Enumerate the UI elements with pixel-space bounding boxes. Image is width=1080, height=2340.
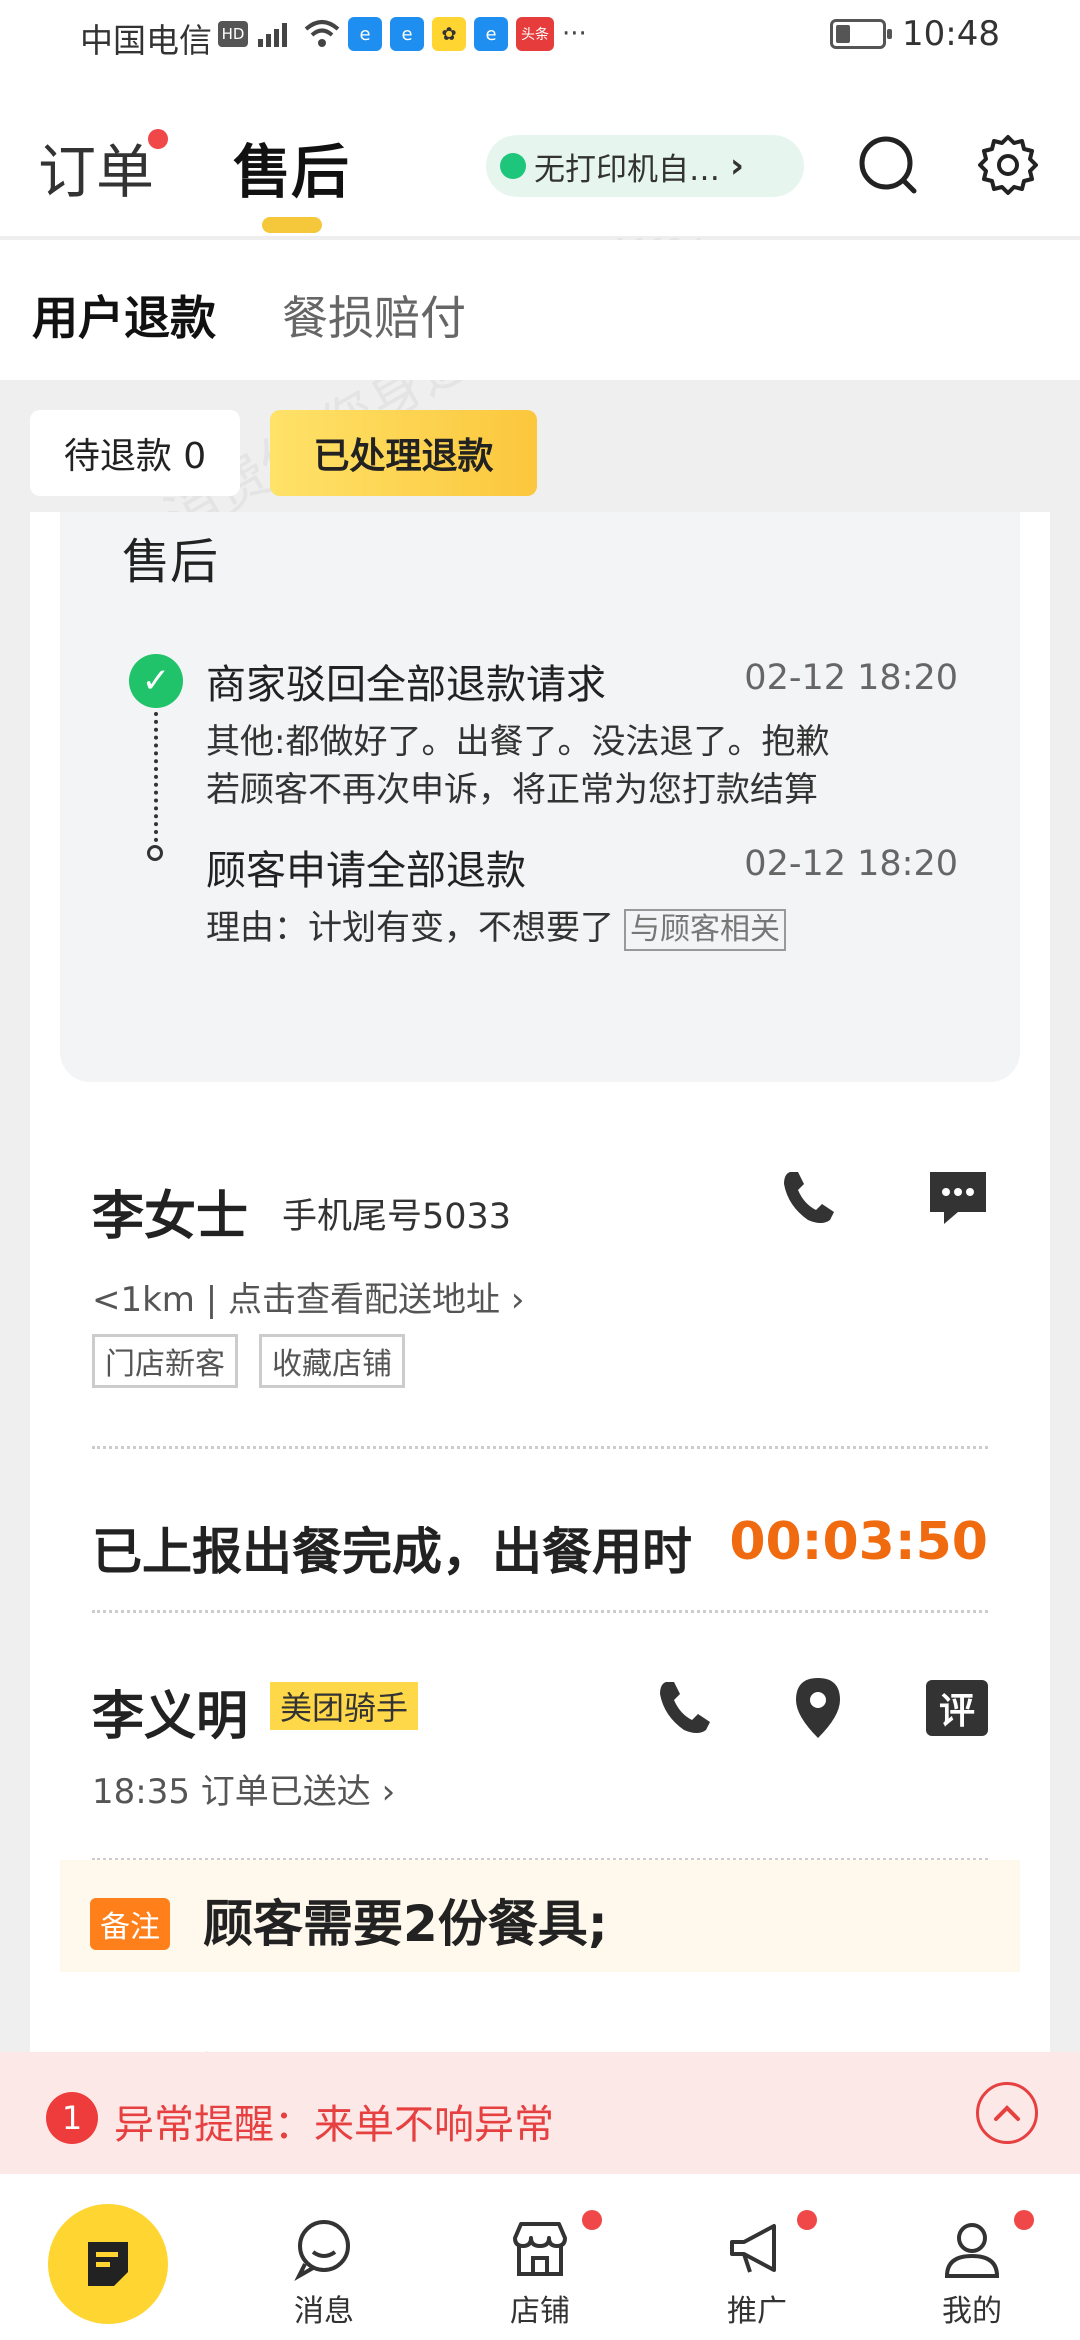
tab-orders-label: 订单 xyxy=(38,138,155,206)
customer-phone: 手机尾号5033 xyxy=(282,1197,512,1237)
signal-4g-icon xyxy=(258,23,287,47)
delivery-status-link[interactable]: 18:35 订单已送达 › xyxy=(92,1764,395,1813)
app-bunny-icon: ✿ xyxy=(432,17,466,51)
chat-bubble-icon xyxy=(294,2220,350,2282)
status-icons: HD e e ✿ e 头条 ··· xyxy=(218,17,587,51)
nav-store[interactable]: 店铺 xyxy=(480,2216,600,2330)
filter-processed-refund[interactable]: 已处理退款 xyxy=(270,410,537,496)
customer-tag: 门店新客 xyxy=(92,1334,238,1388)
chevron-right-icon: › xyxy=(510,1280,525,1320)
customer-name: 李女士 xyxy=(92,1187,249,1247)
status-dot-icon xyxy=(500,153,526,179)
note-badge: 备注 xyxy=(90,1898,170,1950)
active-tab-indicator xyxy=(262,217,322,233)
store-icon xyxy=(513,2222,567,2276)
meal-prep-time: 00:03:50 xyxy=(729,1512,988,1572)
chevron-up-icon[interactable] xyxy=(976,2082,1038,2144)
app-e-icon: e xyxy=(474,17,508,51)
delivery-status: 18:35 订单已送达 xyxy=(92,1772,371,1812)
alert-text: 异常提醒：来单不响异常 xyxy=(114,2102,554,2148)
reason-category-tag: 与顾客相关 xyxy=(624,909,786,951)
gear-icon[interactable] xyxy=(976,133,1040,197)
phone-icon[interactable] xyxy=(772,1162,844,1234)
tab-aftersale-label: 售后 xyxy=(233,138,350,206)
notification-dot xyxy=(1014,2210,1034,2230)
printer-status-button[interactable]: 无打印机自… › xyxy=(486,135,804,197)
status-bar: 中国电信 HD e e ✿ e 头条 ··· 10:48 xyxy=(0,0,1080,75)
event-reason: 理由：计划有变，不想要了 xyxy=(206,908,614,948)
event-detail: 其他:都做好了。出餐了。没法退了。抱歉 xyxy=(206,722,830,762)
app-e-icon: e xyxy=(390,17,424,51)
bottom-navigation: 消息 店铺 推广 我的 xyxy=(0,2174,1080,2340)
review-icon-label: 评 xyxy=(938,1691,975,1732)
distance-label: <1km | 点击查看配送地址 xyxy=(92,1280,500,1320)
event-time: 02-12 18:20 xyxy=(744,844,958,884)
user-profile-icon xyxy=(944,2223,1000,2278)
review-button[interactable]: 评 xyxy=(926,1680,988,1736)
anomaly-alert-bar[interactable]: 1 异常提醒：来单不响异常 xyxy=(0,2052,1080,2174)
subtab-meal-damage[interactable]: 餐损赔付 xyxy=(282,282,466,348)
alert-count-badge: 1 xyxy=(46,2092,98,2144)
timeline-connector xyxy=(154,712,158,842)
rider-name: 李义明 xyxy=(92,1687,249,1747)
delivery-address-link[interactable]: <1km | 点击查看配送地址 › xyxy=(92,1272,524,1321)
nav-label: 推广 xyxy=(727,2294,787,2329)
location-pin-icon[interactable] xyxy=(782,1672,854,1744)
event-time: 02-12 18:20 xyxy=(744,658,958,698)
phone-icon[interactable] xyxy=(648,1672,720,1744)
wifi-icon xyxy=(304,20,340,47)
check-icon: ✓ xyxy=(129,654,183,708)
nav-label: 消息 xyxy=(294,2294,354,2329)
tab-aftersale[interactable]: 售后 xyxy=(233,125,349,209)
notification-dot xyxy=(582,2210,602,2230)
order-document-icon xyxy=(88,2242,128,2286)
printer-status-label: 无打印机自… xyxy=(534,151,720,188)
search-icon[interactable] xyxy=(856,133,920,197)
nav-promotion[interactable]: 推广 xyxy=(697,2216,817,2330)
order-note: 备注 顾客需要2份餐具; xyxy=(60,1860,1020,1972)
nav-profile[interactable]: 我的 xyxy=(912,2216,1032,2330)
chat-message-icon[interactable] xyxy=(922,1162,994,1234)
event-reason-row: 理由：计划有变，不想要了 与顾客相关 xyxy=(206,904,786,952)
meal-ready-status: 已上报出餐完成，出餐用时 xyxy=(92,1523,692,1581)
timeline-dot xyxy=(147,845,163,861)
hd-icon: HD xyxy=(218,21,248,47)
event-title: 商家驳回全部退款请求 xyxy=(206,662,606,708)
nav-label: 店铺 xyxy=(510,2294,570,2329)
chevron-right-icon: › xyxy=(381,1772,396,1812)
divider xyxy=(92,1610,988,1613)
tab-orders[interactable]: 订单 xyxy=(38,125,169,209)
filter-pending-refund[interactable]: 待退款 0 xyxy=(30,410,240,496)
aftersale-timeline: 售后 ✓ 商家驳回全部退款请求 02-12 18:20 其他:都做好了。出餐了。… xyxy=(60,512,1020,1082)
nav-messages[interactable]: 消息 xyxy=(264,2216,384,2330)
more-notifications-icon: ··· xyxy=(562,19,587,49)
nav-orders-button[interactable] xyxy=(48,2204,168,2324)
customer-tag: 收藏店铺 xyxy=(259,1334,405,1388)
carrier-label: 中国电信 xyxy=(80,21,212,60)
note-text: 顾客需要2份餐具; xyxy=(203,1895,608,1953)
event-title: 顾客申请全部退款 xyxy=(206,848,526,894)
chevron-right-icon: › xyxy=(730,146,745,186)
app-e-icon: e xyxy=(348,17,382,51)
items-summary: 2种商品，共2件 xyxy=(92,2037,476,2052)
refund-subtabs: 用户退款 餐损赔付 xyxy=(0,240,1080,380)
battery-icon xyxy=(830,19,893,49)
status-right: 10:48 xyxy=(830,14,1000,54)
rider-badge: 美团骑手 xyxy=(270,1682,419,1730)
order-card: 售后 ✓ 商家驳回全部退款请求 02-12 18:20 其他:都做好了。出餐了。… xyxy=(30,512,1050,2052)
event-detail: 若顾客不再次申诉，将正常为您打款结算 xyxy=(206,770,818,810)
megaphone-icon xyxy=(730,2224,776,2273)
top-header: 订单 售后 无打印机自… › xyxy=(0,75,1080,238)
clock: 10:48 xyxy=(902,14,1000,54)
aftersale-title: 售后 xyxy=(122,534,219,590)
notification-dot xyxy=(148,129,169,149)
app-toutiao-icon: 头条 xyxy=(516,17,554,51)
nav-label: 我的 xyxy=(942,2294,1002,2329)
subtab-user-refund[interactable]: 用户退款 xyxy=(32,282,216,348)
divider xyxy=(92,1446,988,1449)
notification-dot xyxy=(797,2210,817,2230)
